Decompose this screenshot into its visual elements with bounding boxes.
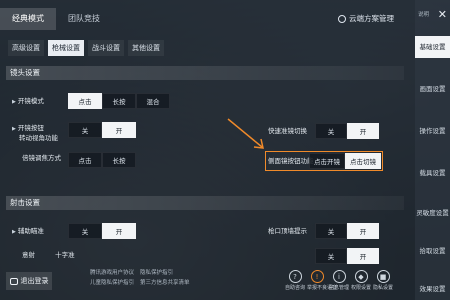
bullet-hint-options: 关 开 bbox=[315, 223, 379, 239]
subtab-other[interactable]: 其他设置 bbox=[128, 40, 164, 56]
scope-mode-hold[interactable]: 长按 bbox=[102, 93, 136, 109]
quick-switch-off[interactable]: 关 bbox=[315, 123, 347, 139]
link-child-privacy[interactable]: 儿童隐私保护指引 bbox=[90, 280, 134, 286]
mode-tabs: 经典模式 团队竞技 bbox=[0, 8, 112, 30]
sniper-switch-options: 点击 长按 bbox=[68, 152, 136, 168]
crosshair-label: 意射 十字准 bbox=[22, 251, 75, 259]
aim-assist-label: ▶ 辅助瞄准 bbox=[12, 227, 44, 235]
scope-mode-options: 点击 长按 混合 bbox=[68, 93, 170, 109]
expand-arrow-icon: ▶ bbox=[12, 99, 16, 105]
scope-btn-turn-label: ▶ 开镜按钮 转动视角功能 bbox=[12, 124, 58, 142]
subtab-advanced[interactable]: 高级设置 bbox=[8, 40, 44, 56]
aim-assist-off[interactable]: 关 bbox=[68, 223, 102, 239]
sidebar-item-sensitivity[interactable]: 灵敏度设置 bbox=[415, 202, 450, 224]
info-manage-button[interactable]: i 信息管理 bbox=[329, 270, 349, 291]
bullet-hint-on[interactable]: 开 bbox=[347, 223, 379, 239]
section-shoot: 射击设置 bbox=[6, 196, 404, 210]
privacy-settings-button[interactable]: ■ 隐私设置 bbox=[373, 270, 393, 291]
tab-classic-mode[interactable]: 经典模式 bbox=[0, 8, 56, 30]
link-user-agreement[interactable]: 腾讯游戏用户协议 bbox=[90, 270, 134, 276]
settings-sidebar: 说明 ✕ 基础设置 画面设置 操作设置 载具设置 灵敏度设置 拾取设置 效果设置 bbox=[415, 0, 450, 300]
sidebar-item-vehicle[interactable]: 载具设置 bbox=[415, 162, 450, 184]
section-scope: 镜头设置 bbox=[6, 66, 404, 80]
sidebar-item-controls[interactable]: 操作设置 bbox=[415, 120, 450, 142]
lock-icon: ■ bbox=[376, 270, 390, 283]
subtab-combat[interactable]: 战斗设置 bbox=[88, 40, 124, 56]
expand-arrow-icon: ▶ bbox=[12, 229, 16, 235]
expand-arrow-icon: ▶ bbox=[12, 126, 16, 132]
sniper-switch-label: 倍镜调焦方式 bbox=[22, 154, 61, 162]
quick-switch-on[interactable]: 开 bbox=[347, 123, 379, 139]
self-help-button[interactable]: ? 自助咨询 bbox=[285, 270, 305, 291]
sidebar-top: 说明 ✕ bbox=[415, 0, 450, 28]
cloud-plan-button[interactable]: 云端方案管理 bbox=[338, 13, 394, 24]
aim-assist-options: 关 开 bbox=[68, 223, 136, 239]
bullet-hint2-off[interactable]: 关 bbox=[315, 248, 347, 264]
bottom-bar: 退出登录 腾讯游戏用户协议 隐私保护指引 儿童隐私保护指引 第三方信息共享清单 ? … bbox=[0, 266, 415, 300]
headset-icon: ? bbox=[288, 270, 302, 283]
cloud-icon bbox=[338, 14, 346, 23]
sub-tabs: 高级设置 枪械设置 战斗设置 其他设置 bbox=[8, 40, 164, 56]
link-third-party[interactable]: 第三方信息共享清单 bbox=[140, 280, 190, 286]
close-icon[interactable]: ✕ bbox=[438, 9, 447, 20]
sidebar-item-basic[interactable]: 基础设置 bbox=[415, 36, 450, 58]
warning-icon: ! bbox=[310, 270, 324, 283]
sidebar-item-graphics[interactable]: 画面设置 bbox=[415, 78, 450, 100]
policy-links: 腾讯游戏用户协议 隐私保护指引 儿童隐私保护指引 第三方信息共享清单 bbox=[90, 268, 196, 288]
link-privacy[interactable]: 隐私保护指引 bbox=[140, 270, 173, 276]
subtab-weapon[interactable]: 枪械设置 bbox=[48, 40, 84, 56]
aim-assist-on[interactable]: 开 bbox=[102, 223, 136, 239]
bullet-hint2-options: 关 开 bbox=[315, 248, 379, 264]
logout-label: 退出登录 bbox=[20, 277, 49, 285]
bullet-hint-off[interactable]: 关 bbox=[315, 223, 347, 239]
sniper-switch-hold[interactable]: 长按 bbox=[102, 152, 136, 168]
sidebar-item-effects[interactable]: 效果设置 bbox=[415, 278, 450, 300]
cloud-plan-label: 云端方案管理 bbox=[349, 14, 394, 23]
info-icon: i bbox=[332, 270, 346, 283]
scope-btn-turn-on[interactable]: 开 bbox=[102, 122, 136, 138]
bullet-hint-label: 枪口顶墙提示 bbox=[268, 227, 307, 235]
quick-switch-label: 快速准镜切换 bbox=[268, 127, 307, 135]
chat-icon bbox=[9, 277, 18, 285]
tab-team-deathmatch[interactable]: 团队竞技 bbox=[56, 8, 112, 30]
bullet-hint2-on[interactable]: 开 bbox=[347, 248, 379, 264]
scope-btn-turn-options: 关 开 bbox=[68, 122, 136, 138]
report-voice-button[interactable]: ! 举报不良语音 bbox=[307, 270, 337, 291]
sniper-switch-tap[interactable]: 点击 bbox=[68, 152, 102, 168]
quick-switch-options: 关 开 bbox=[315, 123, 379, 139]
utility-buttons: ? 自助咨询 ! 举报不良语音 i 信息管理 ◆ 权限设置 ■ 隐私设置 bbox=[285, 270, 393, 291]
scope-mode-tap[interactable]: 点击 bbox=[68, 93, 102, 109]
scope-mode-mix[interactable]: 混合 bbox=[136, 93, 170, 109]
callout-arrow-icon bbox=[227, 118, 264, 149]
logout-button[interactable]: 退出登录 bbox=[6, 272, 52, 290]
scope-mode-label: ▶ 开镜模式 bbox=[12, 97, 44, 105]
sidebar-tag: 说明 bbox=[418, 12, 430, 18]
highlight-box bbox=[265, 151, 383, 171]
scope-btn-turn-off[interactable]: 关 bbox=[68, 122, 102, 138]
shield-icon: ◆ bbox=[354, 270, 368, 283]
permission-button[interactable]: ◆ 权限设置 bbox=[351, 270, 371, 291]
sidebar-item-pickup[interactable]: 拾取设置 bbox=[415, 240, 450, 262]
